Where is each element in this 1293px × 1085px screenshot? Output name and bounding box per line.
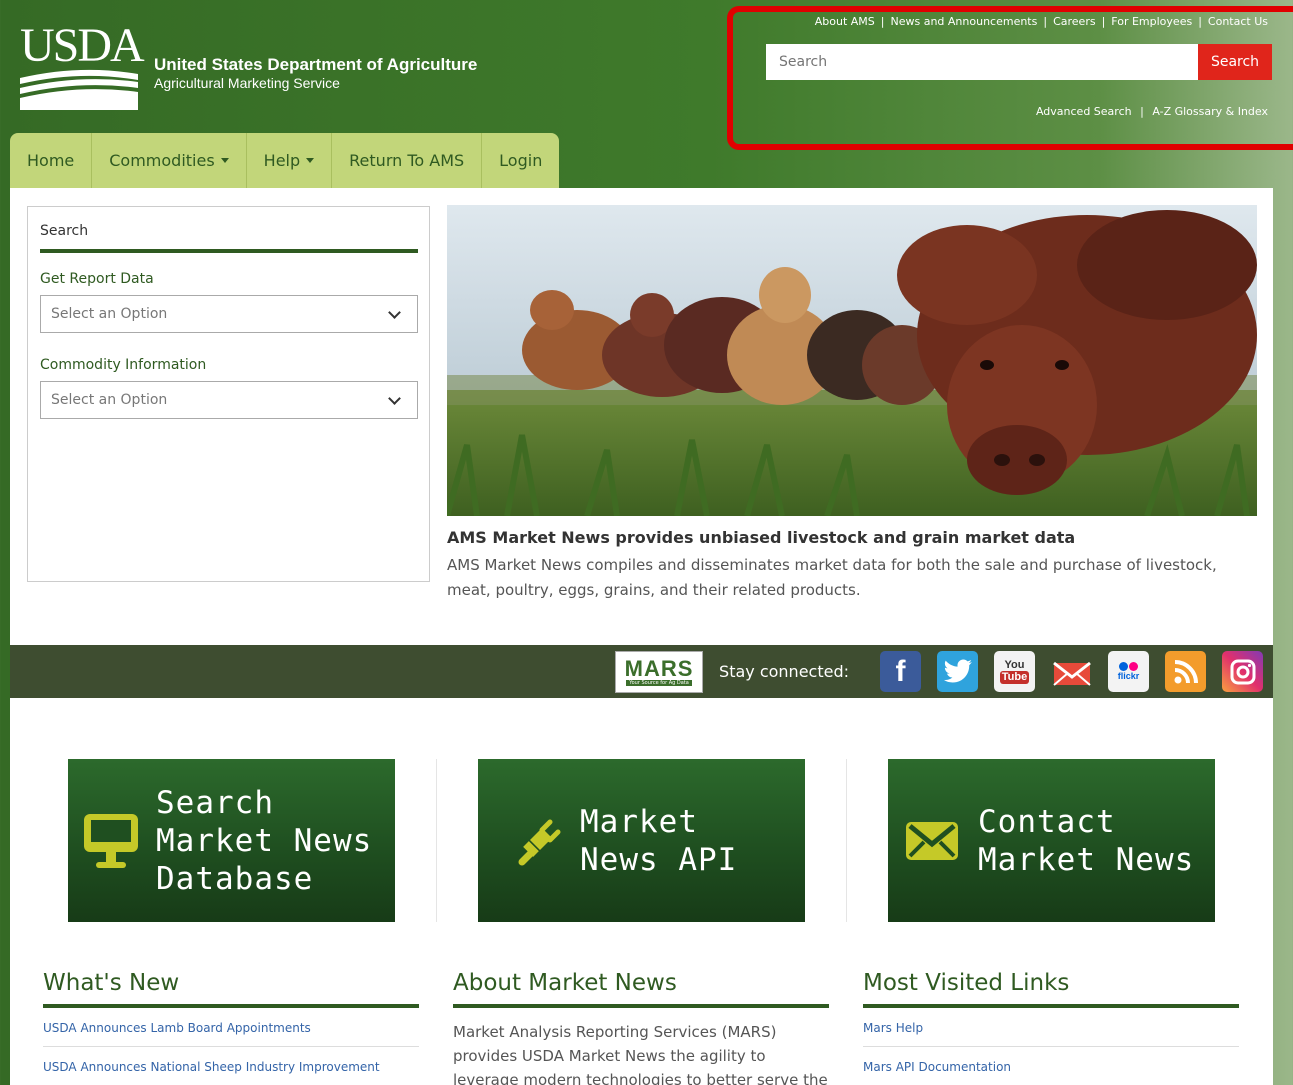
nav-home[interactable]: Home	[10, 133, 93, 188]
about-title: About Market News	[453, 970, 677, 996]
nav-help-label: Help	[263, 151, 301, 170]
hero-headline[interactable]: AMS Market News provides unbiased livest…	[447, 528, 1247, 547]
separator: |	[1140, 105, 1144, 118]
commodity-info-label: Commodity Information	[40, 357, 207, 373]
monitor-icon	[84, 813, 138, 868]
hero-image[interactable]	[447, 205, 1257, 516]
contact-market-news-tile[interactable]: Contact Market News	[888, 759, 1215, 922]
flickr-icon[interactable]: flickr	[1108, 651, 1149, 692]
report-data-select[interactable]: Select an Option	[40, 295, 418, 333]
news-link[interactable]: USDA Announces Lamb Board Appointments	[43, 1008, 419, 1047]
top-link-employees[interactable]: For Employees	[1111, 15, 1192, 28]
nav-commodities[interactable]: Commodities	[92, 133, 247, 188]
usda-logo[interactable]: USDA United States Department of Agricul…	[20, 22, 477, 112]
email-icon[interactable]	[1051, 651, 1092, 692]
plug-icon	[518, 819, 561, 865]
separator: |	[880, 15, 885, 28]
agency-subtitle: Agricultural Marketing Service	[154, 75, 340, 91]
search-database-tile[interactable]: Search Market News Database	[68, 759, 395, 922]
contact-market-news-label: Contact Market News	[978, 803, 1194, 879]
separator: |	[1198, 15, 1202, 28]
separator: |	[1043, 15, 1048, 28]
divider	[436, 759, 437, 922]
caret-down-icon	[306, 158, 315, 163]
news-link[interactable]: USDA Announces National Sheep Industry I…	[43, 1047, 419, 1085]
commodity-select-value: Select an Option	[51, 392, 168, 408]
top-link-news[interactable]: News and Announcements	[890, 15, 1037, 28]
about-text: Market Analysis Reporting Services (MARS…	[453, 1023, 828, 1085]
about-section: About Market News Market Analysis Report…	[453, 970, 829, 1085]
stay-connected-label: Stay connected:	[719, 662, 849, 681]
nav-home-label: Home	[27, 151, 75, 170]
top-link-careers[interactable]: Careers	[1053, 15, 1096, 28]
market-news-api-label: Market News API	[580, 803, 737, 879]
most-visited-section: Most Visited Links Mars Help Mars API Do…	[863, 970, 1239, 1085]
tile-line: Database	[156, 860, 314, 897]
tile-line: Contact	[978, 803, 1116, 840]
tile-line: Market	[580, 803, 698, 840]
caret-down-icon	[220, 158, 229, 163]
divider	[40, 249, 418, 253]
nav-help[interactable]: Help	[246, 133, 333, 188]
tile-line: Market News	[156, 822, 373, 859]
top-link-about[interactable]: About AMS	[815, 15, 875, 28]
mars-logo[interactable]: MARS Your Source for Ag Data	[615, 650, 704, 693]
tile-line: News API	[580, 841, 738, 878]
nav-login-label: Login	[499, 151, 543, 170]
divider	[846, 759, 847, 922]
search-button[interactable]: Search	[1198, 44, 1272, 80]
separator: |	[1101, 15, 1106, 28]
envelope-icon	[906, 821, 958, 860]
glossary-link[interactable]: A-Z Glossary & Index	[1152, 105, 1268, 118]
most-visited-link[interactable]: Mars API Documentation	[863, 1047, 1239, 1085]
rss-icon[interactable]	[1165, 651, 1206, 692]
mars-logo-text: MARS	[624, 655, 694, 681]
header-search: Search	[766, 44, 1272, 80]
main-content: Search Get Report Data Select an Option …	[10, 188, 1273, 1085]
main-nav: Home Commodities Help Return To AMS Logi…	[10, 133, 560, 188]
tile-line: Search	[156, 784, 274, 821]
sidebar-title: Search	[40, 223, 89, 239]
cattle-photo	[447, 205, 1257, 516]
instagram-icon[interactable]	[1222, 651, 1263, 692]
report-select-value: Select an Option	[51, 306, 168, 322]
most-visited-link[interactable]: Mars Help	[863, 1008, 1239, 1047]
usda-swoosh-icon	[20, 69, 138, 110]
nav-return-to-ams[interactable]: Return To AMS	[332, 133, 483, 188]
usda-mark: USDA	[20, 22, 145, 112]
most-visited-title: Most Visited Links	[863, 970, 1070, 996]
social-bar: MARS Your Source for Ag Data Stay connec…	[10, 645, 1273, 698]
agency-title: United States Department of Agriculture	[154, 55, 478, 74]
divider	[453, 1004, 829, 1008]
youtube-icon[interactable]: You Tube	[994, 651, 1035, 692]
commodity-info-select[interactable]: Select an Option	[40, 381, 418, 419]
twitter-icon[interactable]	[937, 651, 978, 692]
agency-name: United States Department of Agriculture …	[154, 55, 477, 91]
nav-commodities-label: Commodities	[109, 151, 215, 170]
report-data-label: Get Report Data	[40, 271, 154, 287]
sidebar-search-panel: Search Get Report Data Select an Option …	[27, 206, 430, 582]
whats-new-title: What's New	[43, 970, 180, 996]
whats-new-section: What's New USDA Announces Lamb Board App…	[43, 970, 419, 1085]
top-link-contact[interactable]: Contact Us	[1208, 15, 1268, 28]
chevron-down-icon	[388, 391, 401, 405]
chevron-down-icon	[388, 305, 401, 319]
nav-return-label: Return To AMS	[349, 151, 465, 170]
search-database-label: Search Market News Database	[156, 784, 372, 898]
advanced-links: Advanced Search | A-Z Glossary & Index	[1036, 105, 1268, 118]
hero-caption: AMS Market News provides unbiased livest…	[447, 528, 1247, 603]
nav-login[interactable]: Login	[482, 133, 560, 188]
tile-line: Market News	[978, 841, 1195, 878]
market-news-api-tile[interactable]: Market News API	[478, 759, 805, 922]
top-links: About AMS | News and Announcements | Car…	[815, 15, 1268, 28]
facebook-icon[interactable]: f	[880, 651, 921, 692]
mars-tagline: Your Source for Ag Data	[626, 679, 692, 686]
search-input[interactable]	[766, 44, 1198, 80]
usda-logo-text: USDA	[20, 19, 145, 72]
hero-body: AMS Market News compiles and disseminate…	[447, 556, 1217, 599]
advanced-search-link[interactable]: Advanced Search	[1036, 105, 1132, 118]
